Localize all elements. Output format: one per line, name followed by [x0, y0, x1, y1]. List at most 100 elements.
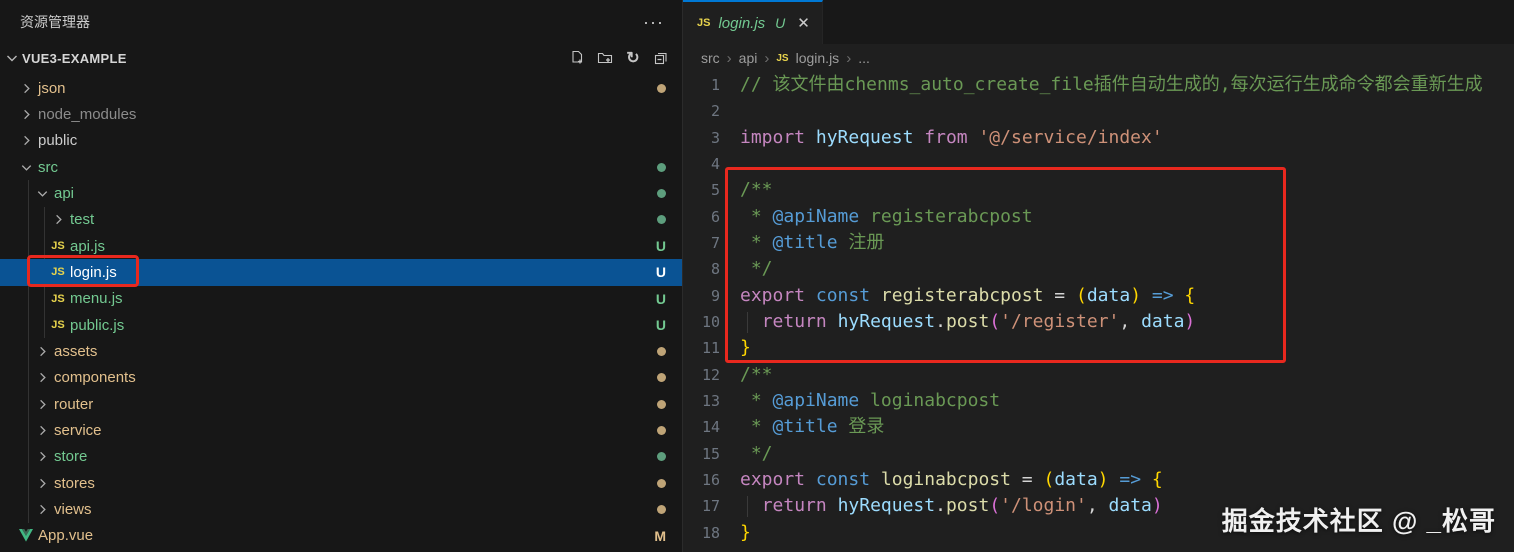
line-number: 2	[683, 98, 720, 124]
tree-item-json[interactable]: json	[0, 75, 682, 101]
tree-item-label: menu.js	[70, 290, 123, 307]
git-badge	[657, 505, 682, 514]
breadcrumb-item[interactable]: ...	[858, 50, 870, 66]
tree-item-components[interactable]: components	[0, 365, 682, 391]
more-actions-icon[interactable]: ···	[643, 17, 664, 27]
token: return	[762, 495, 827, 516]
tree-item-src[interactable]: src	[0, 154, 682, 180]
tree-item-label: stores	[54, 475, 95, 492]
token: data	[1109, 495, 1152, 516]
token: ,	[1119, 311, 1141, 332]
indent-guide	[28, 233, 29, 259]
tree-item-api-js[interactable]: JSapi.jsU	[0, 233, 682, 259]
js-file-icon: JS	[776, 53, 788, 64]
git-dot	[657, 426, 666, 435]
tree-item-store[interactable]: store	[0, 444, 682, 470]
tree-item-label: login.js	[70, 264, 117, 281]
token	[740, 495, 762, 516]
token	[740, 311, 762, 332]
token	[1141, 469, 1152, 490]
tree-item-public-js[interactable]: JSpublic.jsU	[0, 312, 682, 338]
breadcrumb-item[interactable]: api	[739, 50, 758, 66]
tree-item-views[interactable]: views	[0, 496, 682, 522]
indent-guide	[28, 286, 29, 312]
tab-bar: JS login.js U ✕	[683, 0, 1514, 44]
refresh-icon[interactable]: ↻	[624, 49, 642, 67]
tree-item-App-vue[interactable]: App.vueM	[0, 523, 682, 549]
tree-item-label: App.vue	[38, 527, 93, 544]
token: (	[989, 311, 1000, 332]
code-line: 1// 该文件由chenms_auto_create_file插件自动生成的,每…	[683, 72, 1514, 98]
token: *	[740, 390, 773, 411]
token: registerabcpost	[859, 206, 1032, 227]
tab-login-js[interactable]: JS login.js U ✕	[683, 0, 823, 44]
git-dot	[657, 479, 666, 488]
indent-guide	[28, 496, 29, 522]
git-dot	[657, 452, 666, 461]
indent-guide	[28, 444, 29, 470]
tree-item-label: api	[54, 185, 74, 202]
indent-guide	[28, 180, 29, 206]
collapse-all-icon[interactable]	[652, 49, 670, 67]
code-text	[720, 151, 740, 177]
token: @title	[773, 416, 838, 437]
token: export	[740, 285, 805, 306]
explorer-title-row: 资源管理器 ···	[0, 0, 682, 44]
tree-item-test[interactable]: test	[0, 207, 682, 233]
token: '/login'	[1000, 495, 1087, 516]
tab-label: login.js	[718, 15, 765, 32]
token: =	[1043, 285, 1076, 306]
tree-item-label: node_modules	[38, 106, 136, 123]
git-dot	[657, 163, 666, 172]
code-text: export const registerabcpost = (data) =>…	[720, 283, 1195, 309]
token	[827, 311, 838, 332]
indent-guide	[44, 207, 45, 233]
chevron-right-icon	[32, 449, 52, 465]
tree-item-label: public.js	[70, 317, 124, 334]
chevron-right-icon	[48, 212, 68, 228]
line-number: 12	[683, 362, 720, 388]
line-number: 11	[683, 335, 720, 361]
new-file-icon[interactable]	[568, 49, 586, 67]
tree-item-menu-js[interactable]: JSmenu.jsU	[0, 286, 682, 312]
tree-item-public[interactable]: public	[0, 128, 682, 154]
git-badge: U	[656, 291, 682, 307]
tree-item-node_modules[interactable]: node_modules	[0, 101, 682, 127]
token: 登录	[838, 416, 885, 437]
editor-group: JS login.js U ✕ src›api›JSlogin.js›... 1…	[683, 0, 1514, 552]
tree-item-stores[interactable]: stores	[0, 470, 682, 496]
token: .	[935, 311, 946, 332]
close-icon[interactable]: ✕	[797, 14, 810, 32]
tree-item-label: service	[54, 422, 102, 439]
chevron-down-icon	[16, 159, 36, 175]
chevron-right-icon	[32, 475, 52, 491]
token: ,	[1087, 495, 1109, 516]
token	[827, 495, 838, 516]
token: registerabcpost	[881, 285, 1044, 306]
token	[1141, 285, 1152, 306]
project-section-header[interactable]: VUE3-EXAMPLE ↻	[0, 44, 682, 72]
git-badge	[657, 215, 682, 224]
code-line: 2	[683, 98, 1514, 124]
breadcrumb-item[interactable]: login.js	[796, 50, 840, 66]
git-badge: U	[656, 317, 682, 333]
tree-item-login-js[interactable]: JSlogin.jsU	[0, 259, 682, 285]
git-badge	[657, 163, 682, 172]
token: loginabcpost	[859, 390, 1000, 411]
token: const	[816, 285, 870, 306]
indent-guide	[28, 365, 29, 391]
tree-item-api[interactable]: api	[0, 180, 682, 206]
tree-item-service[interactable]: service	[0, 417, 682, 443]
tree-item-assets[interactable]: assets	[0, 338, 682, 364]
tree-item-router[interactable]: router	[0, 391, 682, 417]
code-text: /**	[720, 362, 773, 388]
token: */	[740, 258, 773, 279]
file-tree: json node_modulespublicsrc api testJSapi.js…	[0, 72, 682, 552]
code-text: * @title 登录	[720, 414, 884, 440]
git-dot	[657, 215, 666, 224]
line-number: 7	[683, 230, 720, 256]
new-folder-icon[interactable]	[596, 49, 614, 67]
breadcrumb-item[interactable]: src	[701, 50, 720, 66]
code-editor[interactable]: 1// 该文件由chenms_auto_create_file插件自动生成的,每…	[683, 72, 1514, 552]
line-number: 18	[683, 520, 720, 546]
